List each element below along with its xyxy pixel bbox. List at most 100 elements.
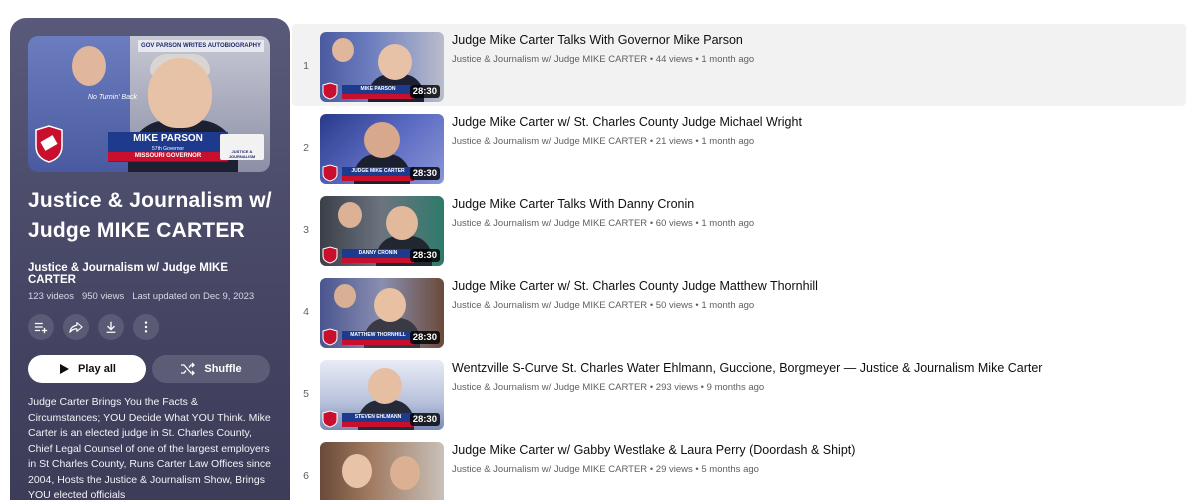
list-item[interactable]: 5 STEVEN EHLMANN 28:30 Wentzville S-Curv… (292, 352, 1186, 434)
playlist-owner-link[interactable]: Justice & Journalism w/ Judge MIKE CARTE… (28, 262, 272, 286)
last-updated: Last updated on Dec 9, 2023 (132, 291, 255, 302)
thumbnail-name-strip: STEVEN EHLMANN (342, 413, 414, 422)
scales-logo-icon (322, 164, 338, 182)
thumbnail-name-strip: MATTHEW THORNHILL (342, 331, 414, 340)
video-index: 1 (303, 60, 309, 72)
duration-badge: 28:30 (409, 85, 440, 98)
scales-logo-icon (322, 410, 338, 428)
hero-guest-name: MIKE PARSON (133, 133, 203, 144)
video-views: 44 views (655, 54, 693, 65)
video-meta: Justice & Journalism w/ Judge MIKE CARTE… (452, 300, 818, 311)
hero-guest-role: MISSOURI GOVERNOR (108, 152, 228, 161)
video-age: 1 month ago (701, 218, 755, 229)
list-item[interactable]: 1 MIKE PARSON 28:30 Judge Mike Carter Ta… (292, 24, 1186, 106)
save-to-library-button[interactable] (28, 314, 54, 340)
thumbnail-guest-face (374, 288, 406, 322)
playlist-icon-actions (28, 314, 272, 340)
hero-inset-portrait (72, 46, 106, 86)
video-index: 2 (303, 142, 309, 154)
channel-name-link[interactable]: Justice & Journalism w/ Judge MIKE CARTE… (452, 218, 647, 229)
list-item[interactable]: 4 MATTHEW THORNHILL 28:30 Judge Mike Car… (292, 270, 1186, 352)
video-info: Judge Mike Carter w/ Gabby Westlake & La… (452, 442, 855, 475)
view-count: 950 views (81, 291, 125, 302)
playlist-description: Judge Carter Brings You the Facts & Circ… (28, 396, 271, 500)
video-thumbnail[interactable] (320, 442, 444, 500)
thumbnail-name-strip: JUDGE MIKE CARTER (342, 167, 414, 176)
video-thumbnail[interactable]: MIKE PARSON 28:30 (320, 32, 444, 102)
video-info: Judge Mike Carter Talks With Danny Croni… (452, 196, 754, 229)
video-thumbnail[interactable]: STEVEN EHLMANN 28:30 (320, 360, 444, 430)
video-index: 6 (303, 470, 309, 482)
thumbnail-role-strip (342, 176, 414, 181)
playlist-add-icon (34, 322, 48, 334)
scales-logo-icon (322, 246, 338, 264)
video-meta: Justice & Journalism w/ Judge MIKE CARTE… (452, 54, 754, 65)
download-button[interactable] (98, 314, 124, 340)
list-item[interactable]: 2 JUDGE MIKE CARTER 28:30 Judge Mike Car… (292, 106, 1186, 188)
duration-badge: 28:30 (409, 331, 440, 344)
video-views: 60 views (655, 218, 693, 229)
video-thumbnail[interactable]: MATTHEW THORNHILL 28:30 (320, 278, 444, 348)
video-meta: Justice & Journalism w/ Judge MIKE CARTE… (452, 218, 754, 229)
thumbnail-guest-face (390, 456, 420, 490)
video-meta: Justice & Journalism w/ Judge MIKE CARTE… (452, 382, 1042, 393)
thumbnail-guest-face (364, 122, 400, 158)
video-age: 9 months ago (706, 382, 765, 393)
video-title-link[interactable]: Judge Mike Carter w/ Gabby Westlake & La… (452, 442, 855, 458)
video-thumbnail[interactable]: DANNY CRONIN 28:30 (320, 196, 444, 266)
playlist-page: GOV PARSON WRITES AUTOBIOGRAPHY No Turni… (0, 0, 1200, 500)
video-age: 1 month ago (701, 300, 755, 311)
thumbnail-inset-face (332, 38, 354, 62)
hero-banner-text: GOV PARSON WRITES AUTOBIOGRAPHY (138, 40, 264, 52)
list-item[interactable]: 3 DANNY CRONIN 28:30 Judge Mike Carter T… (292, 188, 1186, 270)
channel-name-link[interactable]: Justice & Journalism w/ Judge MIKE CARTE… (452, 300, 647, 311)
list-item[interactable]: 6 Judge Mike Carter w/ Gabby Westlake & … (292, 434, 1186, 500)
thumbnail-inset-face (338, 202, 362, 228)
playlist-primary-actions: Play all Shuffle (28, 355, 272, 383)
shuffle-button[interactable]: Shuffle (152, 355, 270, 383)
play-all-button[interactable]: Play all (28, 355, 146, 383)
video-title-link[interactable]: Judge Mike Carter Talks With Governor Mi… (452, 32, 754, 48)
video-title-link[interactable]: Judge Mike Carter Talks With Danny Croni… (452, 196, 754, 212)
more-vert-icon (144, 321, 148, 333)
channel-name-link[interactable]: Justice & Journalism w/ Judge MIKE CARTE… (452, 464, 647, 475)
video-title-link[interactable]: Wentzville S-Curve St. Charles Water Ehl… (452, 360, 1042, 376)
video-thumbnail[interactable]: JUDGE MIKE CARTER 28:30 (320, 114, 444, 184)
video-info: Judge Mike Carter w/ St. Charles County … (452, 278, 818, 311)
more-actions-button[interactable] (133, 314, 159, 340)
scales-logo-icon (35, 125, 63, 163)
video-index: 3 (303, 224, 309, 236)
channel-name-link[interactable]: Justice & Journalism w/ Judge MIKE CARTE… (452, 136, 647, 147)
video-age: 1 month ago (701, 54, 755, 65)
scales-logo-icon (322, 328, 338, 346)
thumbnail-guest-face (368, 368, 402, 404)
video-count: 123 videos (28, 291, 74, 302)
thumbnail-inset-face (334, 284, 356, 308)
thumbnail-name-strip: DANNY CRONIN (342, 249, 414, 258)
video-meta: Justice & Journalism w/ Judge MIKE CARTE… (452, 464, 855, 475)
video-index: 5 (303, 388, 309, 400)
thumbnail-background (320, 442, 444, 500)
video-title-link[interactable]: Judge Mike Carter w/ St. Charles County … (452, 278, 818, 294)
hero-lower-third: MIKE PARSON 57th Governor MISSOURI GOVER… (108, 132, 228, 162)
playlist-hero-thumbnail[interactable]: GOV PARSON WRITES AUTOBIOGRAPHY No Turni… (28, 36, 270, 172)
video-age: 1 month ago (701, 136, 755, 147)
playlist-stats: 123 videos 950 views Last updated on Dec… (28, 291, 272, 302)
thumbnail-role-strip (342, 94, 414, 99)
playlist-title: Justice & Journalism w/ Judge MIKE CARTE… (28, 189, 272, 242)
share-button[interactable] (63, 314, 89, 340)
video-views: 21 views (655, 136, 693, 147)
video-info: Judge Mike Carter w/ St. Charles County … (452, 114, 802, 147)
video-views: 29 views (655, 464, 693, 475)
download-icon (106, 321, 116, 333)
channel-name-link[interactable]: Justice & Journalism w/ Judge MIKE CARTE… (452, 382, 647, 393)
video-info: Judge Mike Carter Talks With Governor Mi… (452, 32, 754, 65)
hero-brand-badge: JUSTICE & JOURNALISM (220, 134, 264, 160)
play-icon (60, 364, 70, 374)
duration-badge: 28:30 (409, 167, 440, 180)
thumbnail-guest-face (378, 44, 412, 80)
video-title-link[interactable]: Judge Mike Carter w/ St. Charles County … (452, 114, 802, 130)
channel-name-link[interactable]: Justice & Journalism w/ Judge MIKE CARTE… (452, 54, 647, 65)
video-meta: Justice & Journalism w/ Judge MIKE CARTE… (452, 136, 802, 147)
thumbnail-name-strip: MIKE PARSON (342, 85, 414, 94)
